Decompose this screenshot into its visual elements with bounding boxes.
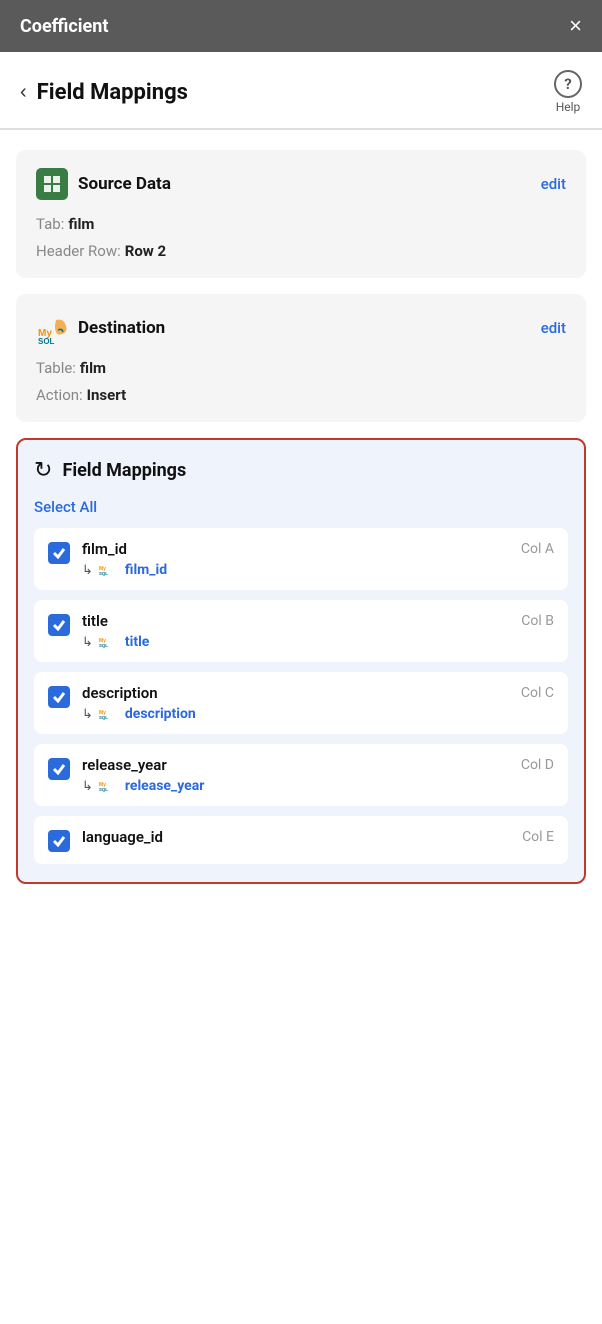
source-header-row: Header Row: Row 2 [36,241,566,260]
field-name-title: title [82,612,108,630]
arrow-icon: ↳ [82,635,93,650]
source-tab-value: film [68,215,94,233]
mapping-content-language-id: language_id Col E [82,828,554,846]
destination-table-row: Table: film [36,358,566,377]
arrow-icon: ↳ [82,707,93,722]
table-row: release_year Col D ↳ My SQL release_year [34,744,568,806]
field-name-language-id: language_id [82,828,163,846]
destination-action-label: Action: [36,386,83,404]
source-icon [36,168,68,200]
source-tab-row: Tab: film [36,214,566,233]
destination-table-value: film [80,359,106,377]
field-name-release-year: release_year [82,756,167,774]
checkbox-release-year[interactable] [48,758,70,780]
source-card-header-left: Source Data [36,168,171,200]
source-tab-label: Tab: [36,215,64,233]
mapping-content-description: description Col C ↳ My SQL description [82,684,554,722]
page-title: Field Mappings [37,80,188,105]
app-title: Coefficient [20,16,108,37]
table-row: film_id Col A ↳ My SQL film_id [34,528,568,590]
field-name-film-id: film_id [82,540,127,558]
mapping-content-release-year: release_year Col D ↳ My SQL release_year [82,756,554,794]
col-language-id: Col E [522,829,554,845]
help-icon: ? [554,70,582,98]
field-mappings-card: ↻ Field Mappings Select All film_id Col … [16,438,586,884]
mapping-content-film-id: film_id Col A ↳ My SQL film_id [82,540,554,578]
mysql-dest-icon: My SQL [99,563,119,577]
field-name-description: description [82,684,158,702]
back-button[interactable]: ‹ [20,81,27,104]
col-release-year: Col D [521,757,554,773]
dest-name-description: description [125,706,196,722]
destination-card-header-left: My SQL Destination [36,312,165,344]
source-card-title: Source Data [78,174,171,194]
destination-card: My SQL Destination edit Table: film Acti… [16,294,586,422]
checkbox-film-id[interactable] [48,542,70,564]
mysql-dest-icon: My SQL [99,635,119,649]
arrow-icon: ↳ [82,779,93,794]
app-header: Coefficient × [0,0,602,52]
destination-action-value: Insert [87,386,127,404]
close-button[interactable]: × [569,15,582,37]
field-mappings-title: Field Mappings [62,460,186,481]
dest-name-release-year: release_year [125,778,204,794]
destination-action-row: Action: Insert [36,385,566,404]
content-area: Source Data edit Tab: film Header Row: R… [0,130,602,904]
destination-card-header: My SQL Destination edit [36,312,566,344]
col-film-id: Col A [521,541,554,557]
mysql-dest-icon: My SQL [99,707,119,721]
source-card-header: Source Data edit [36,168,566,200]
checkbox-title[interactable] [48,614,70,636]
destination-card-title: Destination [78,318,165,338]
col-description: Col C [521,685,554,701]
source-edit-link[interactable]: edit [541,175,566,193]
svg-text:SQL: SQL [99,715,108,720]
mapping-content-title: title Col B ↳ My SQL title [82,612,554,650]
sync-icon: ↻ [34,458,52,483]
checkbox-description[interactable] [48,686,70,708]
svg-text:SQL: SQL [38,337,55,344]
checkbox-language-id[interactable] [48,830,70,852]
source-data-card: Source Data edit Tab: film Header Row: R… [16,150,586,278]
source-header-row-label: Header Row: [36,242,121,260]
col-title: Col B [521,613,554,629]
help-button[interactable]: ? Help [554,70,582,114]
svg-text:SQL: SQL [99,571,108,576]
source-header-row-value: Row 2 [125,242,166,260]
page-header: ‹ Field Mappings ? Help [0,52,602,128]
dest-name-title: title [125,634,149,650]
mysql-dest-icon: My SQL [99,779,119,793]
destination-table-label: Table: [36,359,76,377]
select-all-button[interactable]: Select All [34,498,97,516]
page-header-left: ‹ Field Mappings [20,80,188,105]
table-row: description Col C ↳ My SQL description [34,672,568,734]
svg-text:SQL: SQL [99,787,108,792]
help-label: Help [556,100,581,114]
destination-edit-link[interactable]: edit [541,319,566,337]
arrow-icon: ↳ [82,563,93,578]
dest-name-film-id: film_id [125,562,167,578]
table-row: title Col B ↳ My SQL title [34,600,568,662]
svg-text:SQL: SQL [99,643,108,648]
field-mappings-header: ↻ Field Mappings [34,458,568,483]
mysql-icon: My SQL [36,312,68,344]
table-row: language_id Col E [34,816,568,864]
